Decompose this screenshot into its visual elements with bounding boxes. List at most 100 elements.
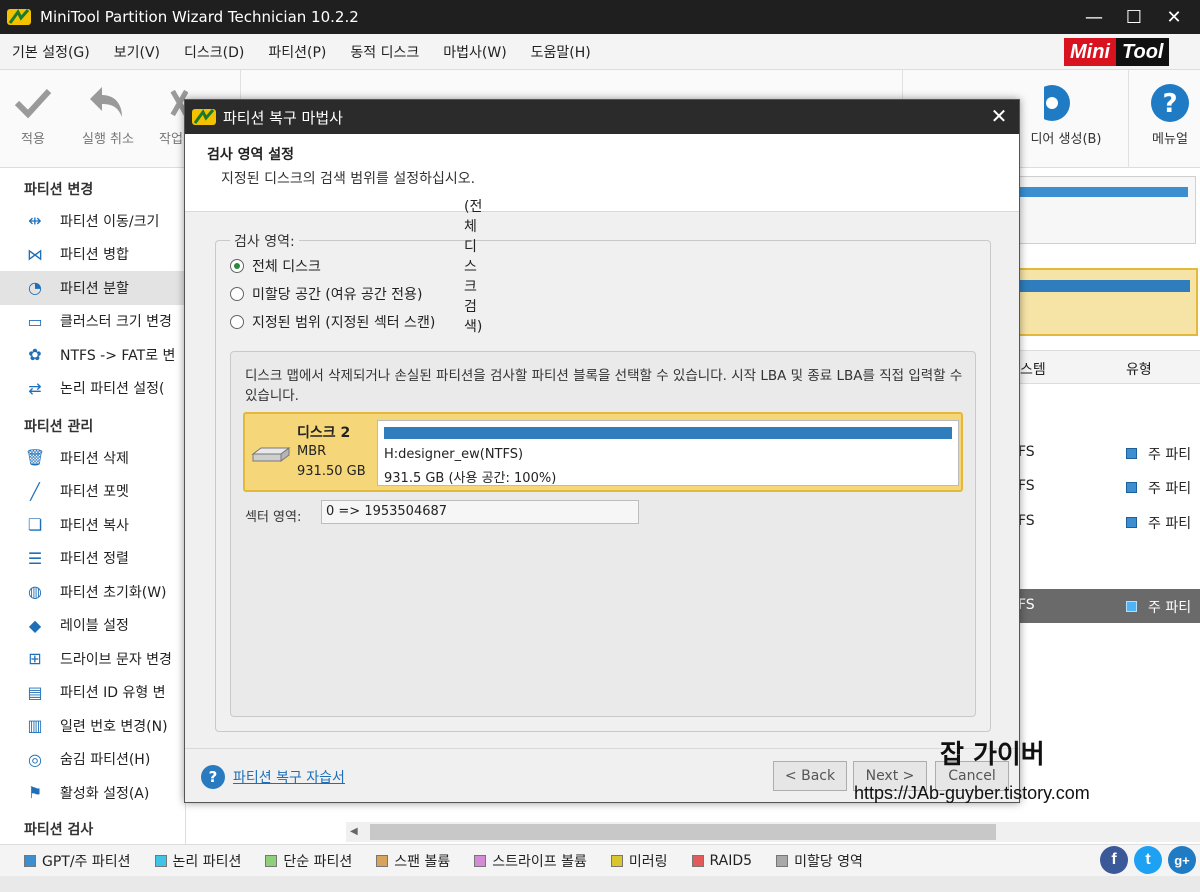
sidebar-item-format[interactable]: ╱ 파티션 포멧 [0, 475, 185, 509]
sidebar-item-wipe[interactable]: ◍ 파티션 초기화(W) [0, 575, 185, 609]
window-title: MiniTool Partition Wizard Technician 10.… [40, 8, 359, 26]
radio-button-checked[interactable] [230, 259, 244, 273]
sidebar-item-drive-letter[interactable]: ⊞ 드라이브 문자 변경 [0, 642, 185, 676]
manual-button[interactable]: ? 메뉴얼 [1140, 78, 1200, 147]
table-row[interactable]: FS 주 파티 [1018, 436, 1200, 470]
discard-x-icon [170, 89, 188, 117]
partition-legend: GPT/주 파티션 논리 파티션 단순 파티션 스팬 볼륨 스트라이프 볼륨 미… [0, 844, 1200, 876]
menu-preferences[interactable]: 기본 설정(G) [0, 42, 102, 62]
apply-label: 적용 [21, 132, 45, 147]
option-unallocated-space[interactable]: 미할당 공간 (여유 공간 전용) [230, 283, 422, 305]
scan-description: 디스크 맵에서 삭제되거나 손실된 파티션을 검사할 파티션 블록을 선택할 수… [245, 368, 963, 404]
horizontal-scrollbar[interactable]: ◀ [346, 822, 1200, 842]
move-resize-icon: ⇹ [28, 211, 42, 231]
twitter-icon[interactable]: t [1134, 846, 1162, 874]
menu-dynamic-disk[interactable]: 동적 디스크 [338, 42, 431, 62]
sidebar-item-set-logical[interactable]: ⇄ 논리 파티션 설정( [0, 372, 185, 406]
legend-item: 미러링 [610, 851, 668, 871]
sidebar-item-label-set[interactable]: ◆ 레이블 설정 [0, 609, 185, 643]
convert-icon: ✿ [28, 345, 42, 365]
hard-drive-icon [251, 447, 291, 462]
primary-partition-swatch [1126, 517, 1137, 528]
apply-button[interactable]: 적용 [10, 78, 56, 147]
menu-partition[interactable]: 파티션(P) [256, 42, 338, 62]
disk-map-bar[interactable] [1018, 176, 1196, 244]
dialog-title-bar: 파티션 복구 마법사 [185, 100, 1019, 134]
sidebar: 파티션 변경 ⇹ 파티션 이동/크기 ⋈ 파티션 병합 ◔ 파티션 분할 ▭ 클러스터 … [0, 168, 186, 844]
disk-card[interactable]: 디스크 2 MBR 931.50 GB H:designer_ew(NTFS) … [243, 412, 963, 492]
close-button[interactable]: ✕ [1154, 7, 1194, 28]
title-bar: MiniTool Partition Wizard Technician 10.… [0, 0, 1200, 34]
legend-swatch [474, 854, 487, 867]
option-label: 지정된 범위 (지정된 섹터 스캔) [252, 315, 436, 331]
sidebar-item-move-resize[interactable]: ⇹ 파티션 이동/크기 [0, 204, 185, 238]
discard-button[interactable]: 작업 [154, 78, 188, 147]
partition-block[interactable]: H:designer_ew(NTFS) 931.5 GB (사용 공간: 100… [377, 420, 959, 486]
option-label: 전체 디스크 [252, 259, 321, 275]
option-label: 미할당 공간 (여유 공간 전용) [252, 287, 423, 303]
sidebar-item-label: 드라이브 문자 변경 [60, 651, 172, 668]
google-plus-icon[interactable]: g+ [1168, 846, 1196, 874]
media-label: 디어 생성(B) [1030, 132, 1102, 147]
primary-partition-swatch [1126, 601, 1137, 612]
sidebar-item-serial[interactable]: ▥ 일련 번호 변경(N) [0, 709, 185, 743]
sidebar-item-merge[interactable]: ⋈ 파티션 병합 [0, 238, 185, 272]
legend-swatch [776, 854, 789, 867]
sidebar-item-label: 숨김 파티션(H) [60, 752, 151, 769]
partition-recovery-dialog: 파티션 복구 마법사 ✕ 검사 영역 설정 지정된 디스크의 검색 범위를 설정… [184, 99, 1020, 803]
drive-letter-icon: ⊞ [28, 649, 42, 669]
option-entire-disk[interactable]: 전체 디스크 (전체 디스크 검색) [230, 199, 482, 335]
row-type: 주 파티 [1148, 481, 1192, 497]
option-specified-range[interactable]: 지정된 범위 (지정된 섹터 스캔) [230, 311, 435, 333]
facebook-icon[interactable]: f [1100, 846, 1128, 874]
split-icon: ◔ [28, 278, 42, 298]
legend-label: 단순 파티션 [283, 853, 353, 870]
dialog-close-icon[interactable]: ✕ [987, 104, 1011, 128]
sidebar-item-set-active[interactable]: ⚑ 활성화 설정(A) [0, 776, 185, 810]
format-icon: ╱ [30, 481, 40, 501]
legend-item: 스팬 볼륨 [376, 851, 450, 871]
sidebar-item-delete[interactable]: 🗑 파티션 삭제 [0, 441, 185, 475]
disk-map-panel: 디스크 맵에서 삭제되거나 손실된 파티션을 검사할 파티션 블록을 선택할 수… [230, 351, 976, 717]
menu-help[interactable]: 도움말(H) [519, 42, 603, 62]
legend-label: 스트라이프 볼륨 [492, 853, 587, 870]
help-circle-icon[interactable]: ? [201, 765, 225, 789]
legend-label: 스팬 볼륨 [394, 853, 451, 870]
radio-button[interactable] [230, 315, 244, 329]
partition-table-header: 스템 유형 [1018, 350, 1200, 384]
sidebar-item-label: 파티션 병합 [60, 247, 129, 264]
logo-mini: Mini [1064, 38, 1116, 66]
menu-disk[interactable]: 디스크(D) [172, 42, 256, 62]
sidebar-item-split[interactable]: ◔ 파티션 분할 [0, 271, 185, 305]
tutorial-link[interactable]: 파티션 복구 자습서 [233, 767, 345, 787]
menu-wizard[interactable]: 마법사(W) [431, 42, 518, 62]
sidebar-item-ntfs-fat[interactable]: ✿ NTFS -> FAT로 변 [0, 338, 185, 372]
scrollbar-thumb[interactable] [370, 824, 996, 840]
sidebar-item-copy[interactable]: ❏ 파티션 복사 [0, 508, 185, 542]
flag-icon: ⚑ [27, 783, 43, 803]
scroll-left-icon[interactable]: ◀ [350, 822, 358, 842]
sidebar-item-align[interactable]: ☰ 파티션 정렬 [0, 542, 185, 576]
status-strip [0, 876, 1200, 892]
sidebar-item-hide[interactable]: ◎ 숨김 파티션(H) [0, 743, 185, 777]
table-row-selected[interactable]: FS 주 파티 [1018, 589, 1200, 623]
row-fs: FS [1018, 478, 1035, 494]
sidebar-item-label: 파티션 ID 유형 변 [60, 685, 166, 702]
back-button[interactable]: < Back [773, 761, 847, 791]
sidebar-item-type-id[interactable]: ▤ 파티션 ID 유형 변 [0, 676, 185, 710]
sidebar-item-cluster-size[interactable]: ▭ 클러스터 크기 변경 [0, 305, 185, 339]
maximize-button[interactable]: ☐ [1114, 7, 1154, 28]
sector-range-field[interactable]: 0 => 1953504687 [321, 500, 639, 524]
radio-button[interactable] [230, 287, 244, 301]
menu-view[interactable]: 보기(V) [102, 42, 172, 62]
table-row[interactable]: FS 주 파티 [1018, 505, 1200, 539]
legend-label: GPT/주 파티션 [42, 853, 131, 870]
bootable-media-button[interactable]: 디어 생성(B) [1016, 78, 1116, 147]
legend-label: 미할당 영역 [794, 853, 863, 870]
disk-map-bar-selected[interactable] [1018, 268, 1198, 336]
sidebar-item-label: 파티션 초기화(W) [60, 584, 167, 601]
undo-button[interactable]: 실행 취소 [72, 78, 144, 147]
minimize-button[interactable]: — [1074, 7, 1114, 28]
minitool-logo: Mini Tool [1064, 38, 1198, 66]
table-row[interactable]: FS 주 파티 [1018, 470, 1200, 504]
